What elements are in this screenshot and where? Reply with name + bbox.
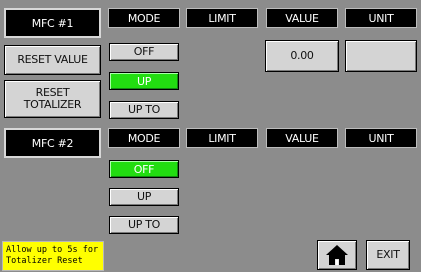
mode-upto-button-2[interactable]: UP TO (109, 216, 179, 234)
home-button[interactable] (317, 240, 357, 270)
mode-off-button-1[interactable]: OFF (109, 43, 179, 61)
unit-field-1[interactable] (345, 40, 417, 72)
value-field-1[interactable]: 0.00 (265, 40, 339, 72)
header-value-1: VALUE (266, 8, 338, 28)
home-icon (325, 244, 349, 266)
controller2-name: MFC #2 (4, 128, 101, 158)
mode-off-button-2[interactable]: OFF (109, 160, 179, 178)
reset-value-button[interactable]: RESET VALUE (4, 45, 101, 75)
exit-button[interactable]: EXIT (366, 240, 410, 270)
mode-up-button-2[interactable]: UP (109, 188, 179, 206)
header-mode-2: MODE (108, 128, 180, 148)
mode-up-button-1[interactable]: UP (109, 72, 179, 90)
controller1-name: MFC #1 (4, 8, 101, 38)
reset-totalizer-button[interactable]: RESET TOTALIZER (4, 80, 101, 118)
header-unit-2: UNIT (345, 128, 417, 148)
mode-upto-button-1[interactable]: UP TO (109, 101, 179, 119)
totalizer-reset-note: Allow up to 5s for Totalizer Reset (2, 241, 104, 271)
header-limit-2: LIMIT (186, 128, 258, 148)
header-value-2: VALUE (266, 128, 338, 148)
header-limit-1: LIMIT (186, 8, 258, 28)
header-mode-1: MODE (108, 8, 180, 28)
header-unit-1: UNIT (345, 8, 417, 28)
